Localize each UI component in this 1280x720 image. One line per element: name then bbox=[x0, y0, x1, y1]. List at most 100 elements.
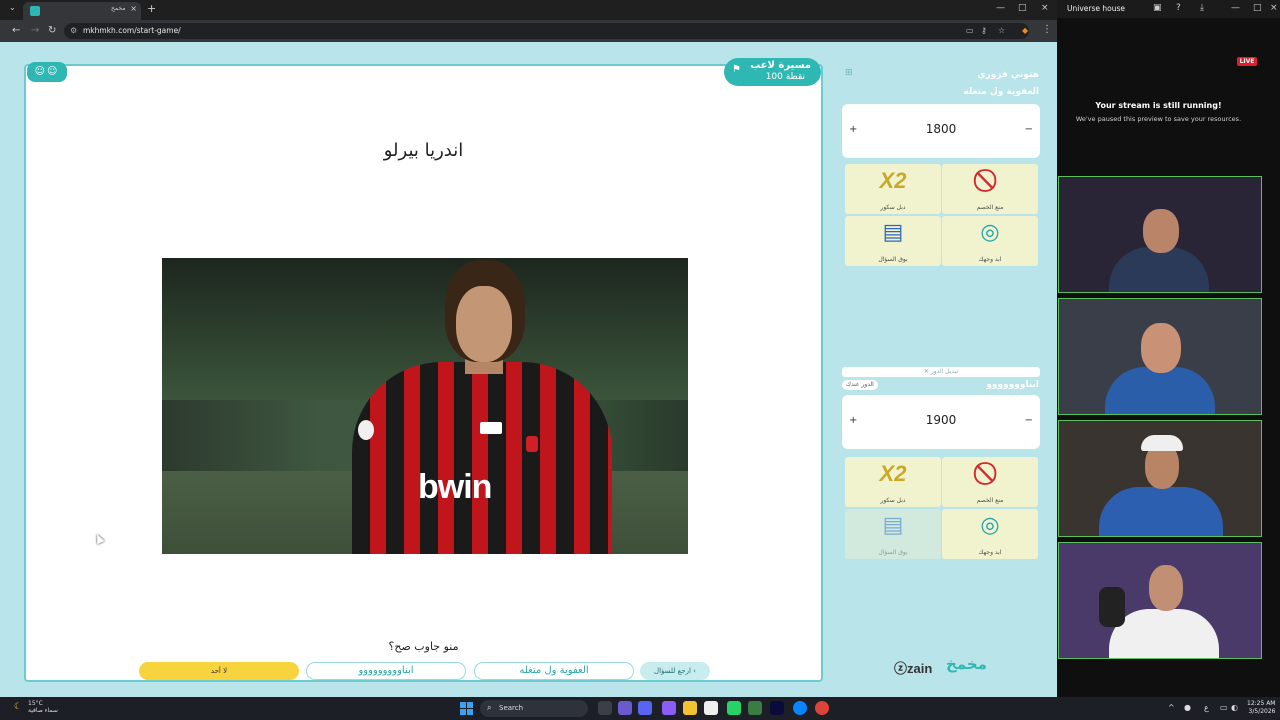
app-icon-3[interactable] bbox=[748, 701, 762, 715]
weather-text: سماء صافية bbox=[28, 707, 58, 714]
photo-face bbox=[456, 286, 512, 362]
tab-close-icon[interactable]: × bbox=[130, 4, 137, 13]
url-text[interactable]: mkhmkh.com/start-game/ bbox=[83, 26, 181, 35]
webcam-feed-2 bbox=[1058, 298, 1262, 415]
cam-person-body bbox=[1109, 609, 1219, 658]
flag-icon[interactable]: ⚑ bbox=[732, 64, 741, 75]
team-a-minus-button[interactable]: − bbox=[1025, 124, 1033, 135]
extension-icon[interactable]: ◆ bbox=[1022, 26, 1028, 35]
team-b-button[interactable]: ابناووووووووو bbox=[306, 662, 466, 680]
tray-chevron-icon[interactable]: ^ bbox=[1168, 703, 1175, 712]
browser-window: ⌄ مخمخ × + — □ × ← → ↻ ⚙ mkhmkh.com/star… bbox=[0, 0, 1057, 697]
team-b-name: ابناووووووو bbox=[986, 380, 1039, 390]
team-a-score-box: + 1800 − bbox=[842, 104, 1040, 158]
team-b-cards-aid[interactable]: ▤ بوق السؤال bbox=[845, 509, 941, 559]
taskbar: ☾ 15°C سماء صافية ⌕ Search ^ ● ع ▭ ◐ 12:… bbox=[0, 697, 1280, 720]
mkhmkh-logo: مخمخ bbox=[946, 655, 987, 673]
emoji-pill[interactable]: ☺☺ bbox=[27, 62, 67, 82]
tab-search-icon[interactable]: ⌄ bbox=[9, 3, 16, 12]
new-tab-button[interactable]: + bbox=[147, 2, 156, 15]
back-to-question-button[interactable]: ارجع للسؤال ‹ bbox=[640, 662, 710, 680]
chrome-icon[interactable] bbox=[815, 701, 829, 715]
team-a-cards-aid[interactable]: ▤ بوق السؤال bbox=[845, 216, 941, 266]
aid-label: ابد وجهك bbox=[978, 256, 1002, 263]
cam-person-body bbox=[1109, 247, 1209, 292]
team-a-score: 1800 bbox=[925, 122, 957, 136]
stream-panel: Universe house ▣ ? ⤓ — □ × LIVE Your str… bbox=[1057, 0, 1280, 697]
volume-icon[interactable]: ◐ bbox=[1231, 703, 1238, 712]
taskbar-search[interactable]: ⌕ Search bbox=[480, 700, 588, 717]
network-icon[interactable]: ▭ bbox=[1220, 703, 1228, 712]
window-icon[interactable]: ▣ bbox=[1153, 3, 1162, 13]
zain-logo: ⓩzain bbox=[894, 661, 933, 676]
cam-person-face bbox=[1143, 209, 1179, 253]
edge-icon[interactable] bbox=[793, 701, 807, 715]
x2-icon: X2 bbox=[879, 461, 907, 486]
password-key-icon[interactable]: ⚷ bbox=[981, 26, 987, 35]
webcam-feed-1 bbox=[1058, 176, 1262, 293]
team-a-wheel-aid[interactable]: ◎ ابد وجهك bbox=[942, 216, 1038, 266]
stream-close-icon[interactable]: × bbox=[1270, 3, 1278, 13]
block-icon: ⃠ bbox=[942, 168, 1038, 193]
reload-icon[interactable]: ↻ bbox=[48, 25, 56, 36]
answer-text: اندريا بيرلو bbox=[383, 140, 464, 161]
cards-icon: ▤ bbox=[882, 513, 904, 538]
cam-person-body bbox=[1105, 367, 1215, 414]
back-arrow-icon[interactable]: ← bbox=[12, 25, 20, 36]
site-info-icon[interactable]: ⚙ bbox=[70, 26, 77, 35]
task-view-icon[interactable] bbox=[598, 701, 612, 715]
aid-label: ابد وجهك bbox=[978, 549, 1002, 556]
x2-icon: X2 bbox=[879, 168, 907, 193]
clock-date: 3/5/2026 bbox=[1248, 708, 1276, 715]
discord-icon[interactable] bbox=[638, 701, 652, 715]
whatsapp-icon[interactable] bbox=[727, 701, 741, 715]
system-clock[interactable]: 12:25 AM 3/5/2026 bbox=[1247, 700, 1275, 716]
weather-widget[interactable]: 15°C سماء صافية bbox=[28, 700, 58, 714]
team-a-block-opponent-aid[interactable]: ⃠ منع الخصم bbox=[942, 164, 1038, 214]
download-icon[interactable]: ⤓ bbox=[1200, 3, 1204, 13]
stream-status-body: We've paused this preview to save your r… bbox=[1075, 115, 1242, 123]
forward-arrow-icon[interactable]: → bbox=[31, 25, 39, 36]
app-icon-2[interactable] bbox=[662, 701, 676, 715]
cam-microphone bbox=[1099, 587, 1125, 627]
team-a-button[interactable]: العفوية ول متغله bbox=[474, 662, 634, 680]
microphone-icon[interactable]: ● bbox=[1184, 703, 1191, 712]
app-icon-4[interactable] bbox=[770, 701, 784, 715]
stream-maximize-icon[interactable]: □ bbox=[1253, 3, 1262, 13]
answer-photo: bwin bbox=[162, 258, 688, 554]
app-icon-1[interactable] bbox=[618, 701, 632, 715]
grid-icon[interactable]: ⊞ bbox=[845, 68, 853, 78]
webcam-feed-4 bbox=[1058, 542, 1262, 659]
store-icon[interactable] bbox=[704, 701, 718, 715]
team-b-minus-button[interactable]: − bbox=[1025, 415, 1033, 426]
maximize-button[interactable]: □ bbox=[1018, 3, 1027, 13]
cast-icon[interactable]: ▭ bbox=[966, 26, 974, 35]
tab-active[interactable]: مخمخ × bbox=[23, 2, 141, 20]
address-bar[interactable]: ⚙ mkhmkh.com/start-game/ ▭ ⚷ ☆ ◆ bbox=[64, 23, 1029, 39]
browser-menu-icon[interactable]: ⋮ bbox=[1042, 24, 1052, 35]
close-window-button[interactable]: × bbox=[1041, 3, 1049, 13]
start-button[interactable] bbox=[460, 702, 473, 715]
stream-minimize-icon[interactable]: — bbox=[1231, 3, 1240, 13]
bookmark-star-icon[interactable]: ☆ bbox=[998, 26, 1005, 35]
team-a-name: العفوية ول متغله bbox=[963, 87, 1039, 97]
switch-turn-button[interactable]: ✕ تبديل الدور bbox=[842, 367, 1040, 377]
turn-indicator: الدور عندك bbox=[842, 380, 878, 390]
team-a-double-score-aid[interactable]: X2 دبل سكور bbox=[845, 164, 941, 214]
team-b-wheel-aid[interactable]: ◎ ابد وجهك bbox=[942, 509, 1038, 559]
cam-person-face bbox=[1149, 565, 1183, 611]
live-badge: LIVE bbox=[1237, 57, 1257, 66]
team-b-score: 1900 bbox=[925, 413, 957, 427]
nobody-button[interactable]: لا أحد bbox=[139, 662, 299, 680]
language-indicator[interactable]: ع bbox=[1204, 703, 1209, 712]
game-page: ☺☺ ⚑ مسيرة لاعب 100 نقطة اندريا بيرلو bw… bbox=[0, 42, 1057, 697]
stream-status-title: Your stream is still running! bbox=[1095, 101, 1222, 110]
photo-jersey bbox=[352, 362, 612, 554]
team-b-double-score-aid[interactable]: X2 دبل سكور bbox=[845, 457, 941, 507]
help-icon[interactable]: ? bbox=[1176, 3, 1181, 13]
wheel-icon: ◎ bbox=[980, 220, 1000, 245]
file-explorer-icon[interactable] bbox=[683, 701, 697, 715]
cam-person-cap bbox=[1141, 435, 1183, 451]
minimize-button[interactable]: — bbox=[996, 3, 1005, 13]
team-b-block-opponent-aid[interactable]: ⃠ منع الخصم bbox=[942, 457, 1038, 507]
